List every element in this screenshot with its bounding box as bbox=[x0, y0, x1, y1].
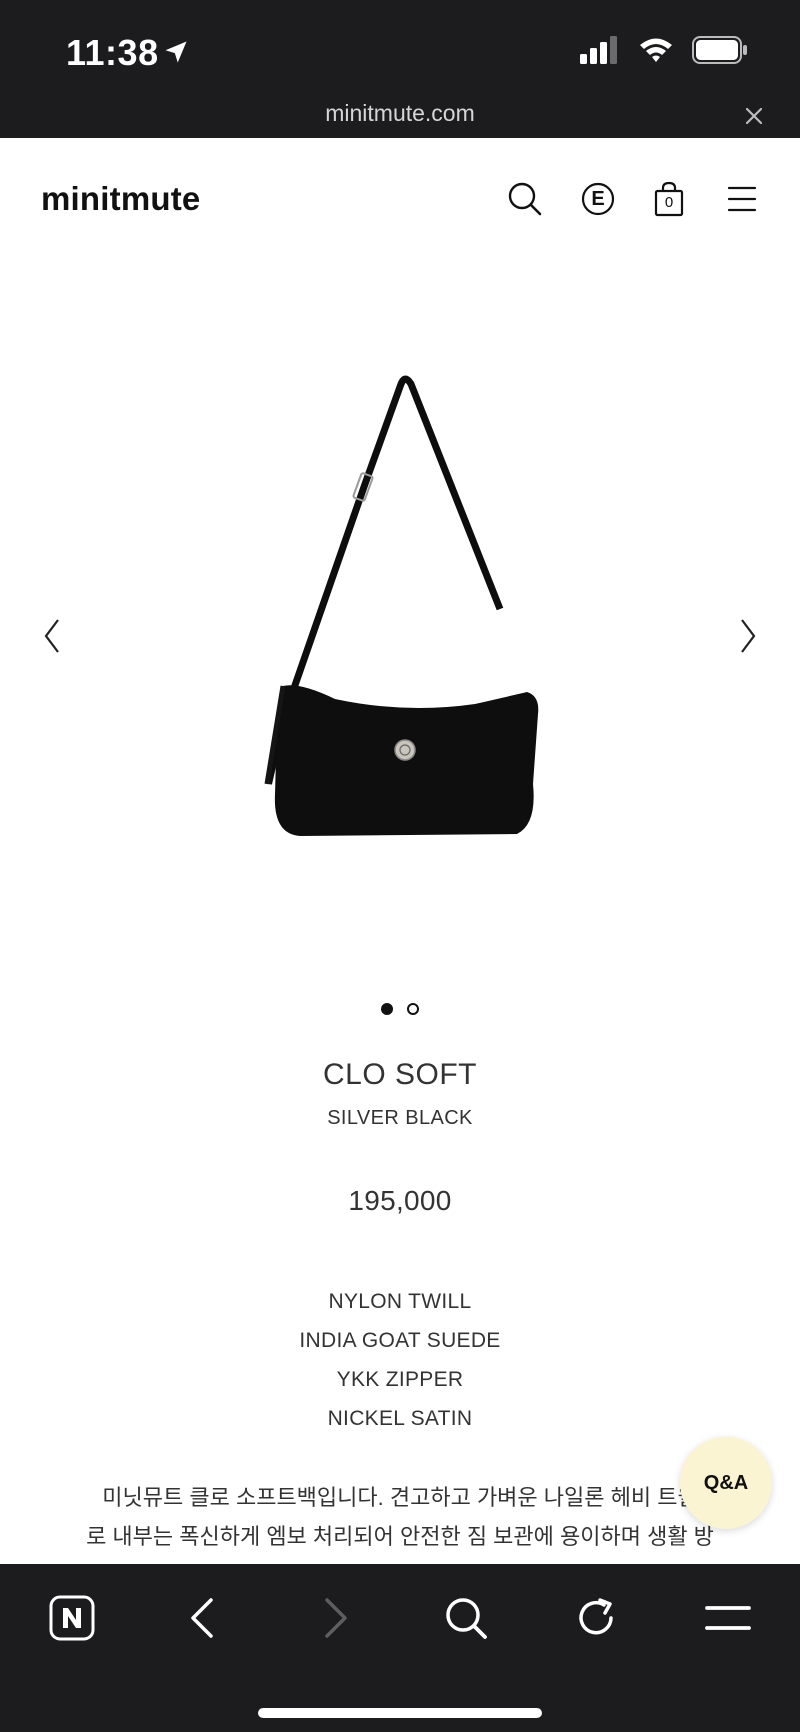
gallery-pagination bbox=[0, 1003, 800, 1015]
site-logo[interactable]: minitmute bbox=[41, 180, 200, 218]
material-item: YKK ZIPPER bbox=[336, 1368, 464, 1391]
close-icon[interactable] bbox=[740, 102, 768, 130]
product-price: 195,000 bbox=[348, 1185, 452, 1216]
site-header: minitmute E 0 bbox=[0, 138, 800, 264]
naver-home-icon[interactable] bbox=[42, 1588, 102, 1648]
status-indicators bbox=[580, 36, 748, 69]
e-badge-letter: E bbox=[591, 188, 605, 210]
description-line: 로 내부는 폭신하게 엠보 처리되어 안전한 짐 보관에 용이하며 생활 방 bbox=[86, 1524, 714, 1549]
qa-button[interactable]: Q&A bbox=[680, 1437, 772, 1529]
search-icon[interactable] bbox=[436, 1588, 496, 1648]
url-text[interactable]: minitmute.com bbox=[0, 100, 800, 127]
product-image[interactable] bbox=[255, 364, 555, 844]
description-line: 미닛뮤트 클로 소프트백입니다. 견고하고 가벼운 나일론 헤비 트윌 bbox=[102, 1485, 698, 1510]
e-badge-icon[interactable]: E bbox=[577, 178, 619, 220]
cart-count: 0 bbox=[664, 194, 674, 211]
wifi-icon bbox=[638, 36, 674, 69]
product-gallery[interactable] bbox=[0, 264, 800, 974]
chevron-left-icon[interactable] bbox=[38, 616, 68, 656]
location-arrow-icon bbox=[162, 38, 190, 71]
material-item: NYLON TWILL bbox=[328, 1290, 472, 1313]
menu-icon[interactable] bbox=[698, 1588, 758, 1648]
browser-toolbar bbox=[0, 1564, 800, 1732]
browser-url-bar: minitmute.com bbox=[0, 100, 800, 138]
shopping-bag-icon[interactable]: 0 bbox=[648, 178, 690, 220]
back-arrow-icon[interactable] bbox=[172, 1588, 232, 1648]
search-icon[interactable] bbox=[504, 178, 546, 220]
cellular-signal-icon bbox=[580, 36, 620, 69]
material-item: INDIA GOAT SUEDE bbox=[299, 1329, 501, 1352]
status-time: 11:38 bbox=[66, 32, 159, 73]
product-name: CLO SOFT bbox=[322, 1058, 477, 1091]
gallery-dot-2[interactable] bbox=[407, 1003, 419, 1015]
chevron-right-icon[interactable] bbox=[732, 616, 762, 656]
material-item: NICKEL SATIN bbox=[327, 1407, 473, 1430]
home-indicator bbox=[258, 1708, 542, 1718]
status-bar: 11:38 bbox=[0, 0, 800, 100]
gallery-dot-1[interactable] bbox=[381, 1003, 393, 1015]
product-color: SILVER BLACK bbox=[327, 1107, 473, 1129]
forward-arrow-icon bbox=[306, 1588, 366, 1648]
product-description: 미닛뮤트 클로 소프트백입니다. 견고하고 가벼운 나일론 헤비 트윌 로 내부… bbox=[60, 1478, 740, 1556]
hamburger-menu-icon[interactable] bbox=[721, 178, 763, 220]
battery-icon bbox=[692, 36, 748, 69]
reload-icon[interactable] bbox=[566, 1588, 626, 1648]
